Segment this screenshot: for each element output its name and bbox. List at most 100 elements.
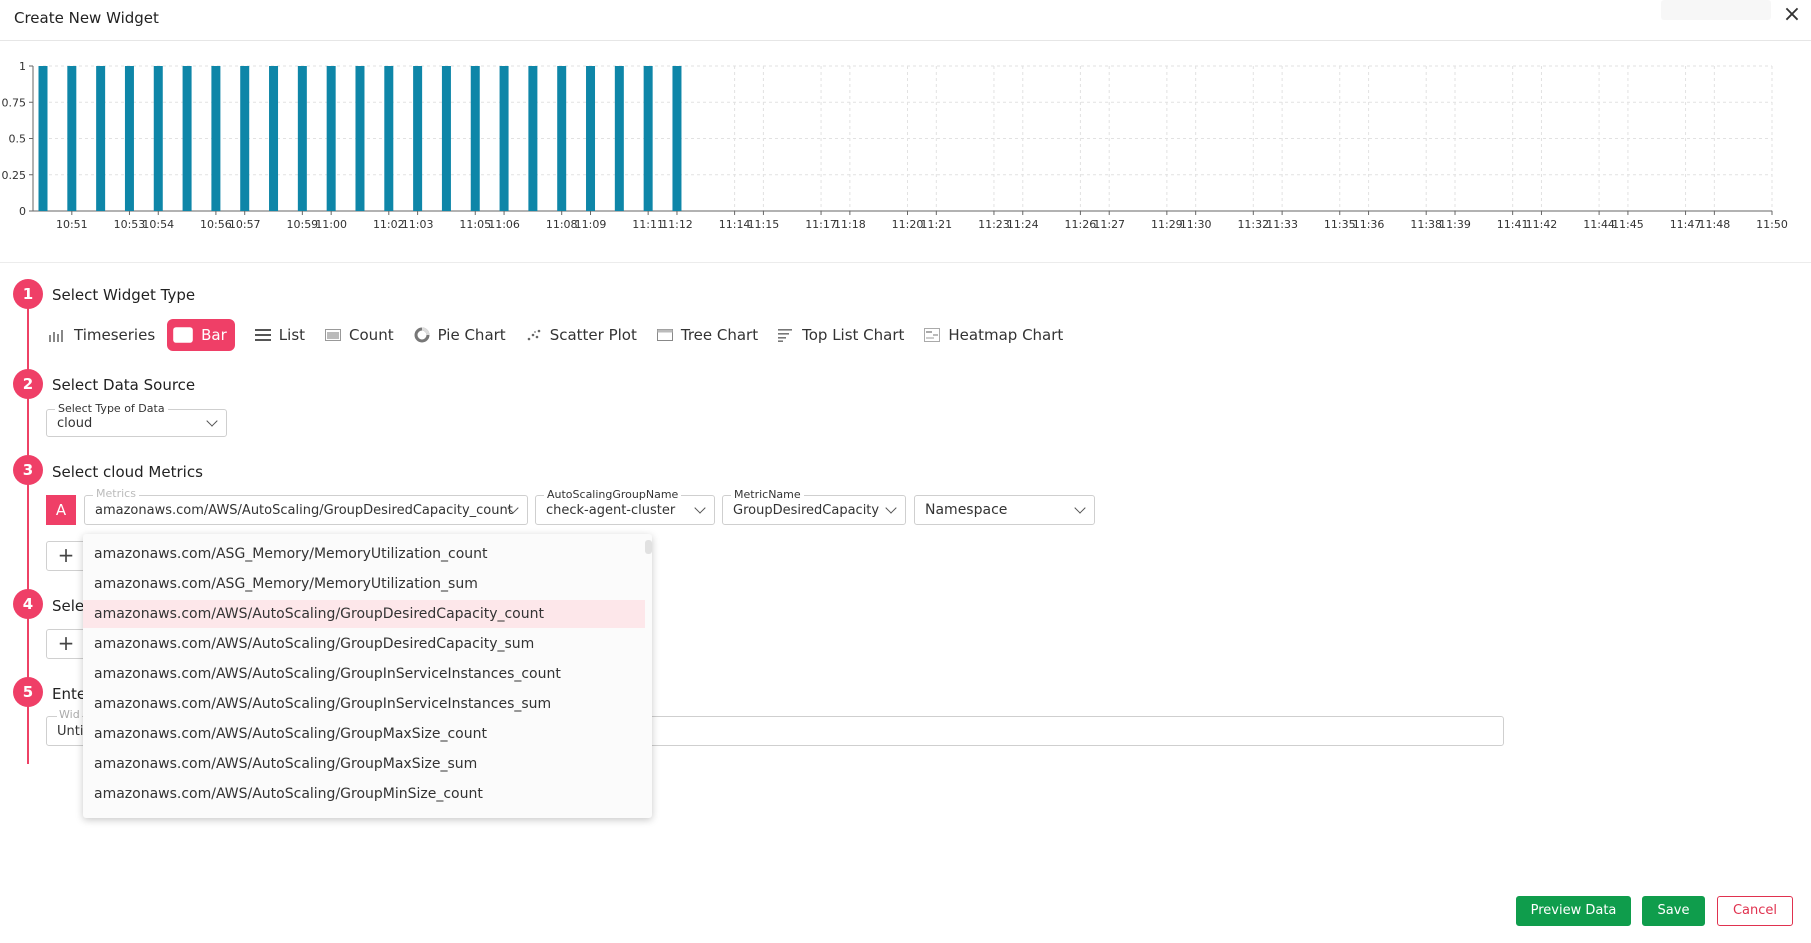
x-tick-label: 11:30 [1180,218,1212,231]
widget-type-timeseries[interactable]: Timeseries [48,319,155,351]
widget-name-value: Unti [57,724,84,739]
x-tick-label: 11:39 [1439,218,1471,231]
bar[interactable] [355,66,365,211]
step-1-number: 1 [13,279,43,309]
bar-chart: 0 0.25 0.5 0.75 1 10:51 10:5310:54 10:5610:57 10… [2,60,1788,231]
count-icon [325,328,349,342]
bar[interactable] [153,66,163,211]
namespace-select[interactable]: Namespace [914,495,1095,525]
widget-type-bar[interactable]: Bar [167,319,235,351]
widget-type-label: Timeseries [74,326,156,344]
widget-type-label: Heatmap Chart [948,326,1064,344]
widget-type-label: Scatter Plot [549,326,637,344]
bar[interactable] [297,66,307,211]
x-tick-label: 10:59 [286,218,318,231]
bar[interactable] [67,66,77,211]
dropdown-option[interactable]: amazonaws.com/AWS/AutoScaling/GroupDesir… [83,630,645,658]
bar[interactable] [672,66,682,211]
step-3-number: 3 [13,455,43,485]
widget-type-label: Bar [201,326,227,344]
bar[interactable] [384,66,394,211]
widget-type-heatmap-chart[interactable]: Heatmap Chart [924,319,1063,351]
bar[interactable] [96,66,106,211]
chevron-down-icon [694,502,706,514]
add-step4-button[interactable]: + [46,629,86,659]
modal-header: Create New Widget × [0,0,1811,41]
bar[interactable] [124,66,134,211]
x-tick-label: 11:21 [920,218,952,231]
bar[interactable] [182,66,192,211]
metric-name-select[interactable]: MetricName GroupDesiredCapacity [722,488,906,525]
asg-name-select[interactable]: AutoScalingGroupName check-agent-cluster [535,488,715,525]
x-tick-label: 11:24 [1007,218,1039,231]
header-placeholder-button [1661,0,1771,20]
dropdown-option[interactable]: amazonaws.com/AWS/AutoScaling/GroupMinSi… [83,780,645,808]
add-query-button[interactable]: + [46,541,86,571]
data-type-select[interactable]: Select Type of Data cloud [46,402,227,437]
namespace-placeholder: Namespace [925,502,1008,518]
widget-type-label: Tree Chart [680,326,759,344]
bar[interactable] [528,66,538,211]
top-list-icon [778,328,802,342]
dropdown-option[interactable]: amazonaws.com/AWS/AutoScaling/GroupMaxSi… [83,750,645,778]
x-tick-label: 10:54 [142,218,174,231]
x-tick-label: 10:56 [200,218,232,231]
bar[interactable] [441,66,451,211]
dropdown-option[interactable]: amazonaws.com/ASG_Memory/MemoryUtilizati… [83,540,645,568]
bar[interactable] [614,66,624,211]
dropdown-option[interactable]: amazonaws.com/AWS/AutoScaling/GroupInSer… [83,690,645,718]
modal-title: Create New Widget [14,9,159,27]
bar[interactable] [643,66,653,211]
dropdown-option[interactable]: amazonaws.com/AWS/AutoScaling/GroupInSer… [83,660,645,688]
x-tick-label: 11:23 [978,218,1010,231]
preview-chart: 0 0.25 0.5 0.75 1 10:51 10:53 10:54 10:56 10:57 10… [0,50,1811,240]
widget-type-label: Pie Chart [437,326,506,344]
save-button[interactable]: Save [1642,896,1705,926]
metrics-input[interactable]: Metrics amazonaws.com/AWS/AutoScaling/Gr… [84,487,528,525]
bar[interactable] [413,66,423,211]
widget-type-scatter-plot[interactable]: Scatter Plot [526,319,637,351]
cancel-button[interactable]: Cancel [1717,896,1793,926]
bar[interactable] [211,66,221,211]
x-tick-label: 11:36 [1353,218,1385,231]
bar[interactable] [499,66,509,211]
step-3-title: Select cloud Metrics [52,463,203,481]
step-5-number: 5 [13,677,43,707]
bar[interactable] [240,66,250,211]
widget-type-tree-chart[interactable]: Tree Chart [656,319,759,351]
bar[interactable] [269,66,279,211]
chart-divider [0,262,1811,263]
dropdown-option[interactable]: amazonaws.com/AWS/AutoScaling/GroupDesir… [83,600,645,628]
dropdown-option[interactable]: amazonaws.com/ASG_Memory/MemoryUtilizati… [83,570,645,598]
bar[interactable] [470,66,480,211]
bar[interactable] [557,66,567,211]
bar[interactable] [326,66,336,211]
step-1-title: Select Widget Type [52,286,196,304]
dropdown-scrollbar[interactable] [645,540,652,554]
y-tick-label: 1 [19,60,26,73]
widget-type-list[interactable]: List [254,319,305,351]
x-tick-label: 11:17 [805,218,837,231]
metrics-value: amazonaws.com/AWS/AutoScaling/GroupDesir… [95,503,513,518]
close-icon[interactable]: × [1781,4,1803,26]
widget-type-count[interactable]: Count [325,319,394,351]
widget-type-label: Count [349,326,394,344]
tree-chart-icon [656,328,681,342]
x-tick-label: 11:29 [1151,218,1183,231]
chevron-down-icon [885,502,897,514]
widget-type-top-list-chart[interactable]: Top List Chart [778,319,904,351]
query-letter-badge: A [46,495,76,525]
x-tick-label: 11:12 [661,218,693,231]
list-icon [254,328,279,342]
x-tick-label: 11:03 [402,218,434,231]
step-2-number: 2 [13,369,43,399]
bar[interactable] [38,66,48,211]
widget-type-pie-chart[interactable]: Pie Chart [414,319,506,351]
metrics-dropdown: amazonaws.com/ASG_Memory/MemoryUtilizati… [83,534,652,818]
dropdown-option[interactable]: amazonaws.com/AWS/AutoScaling/GroupMaxSi… [83,720,645,748]
x-tick-label: 11:06 [488,218,520,231]
y-tick-label: 0.25 [2,169,27,182]
step-4-title: Sele [52,597,85,615]
bar[interactable] [586,66,596,211]
preview-data-button[interactable]: Preview Data [1516,896,1631,926]
